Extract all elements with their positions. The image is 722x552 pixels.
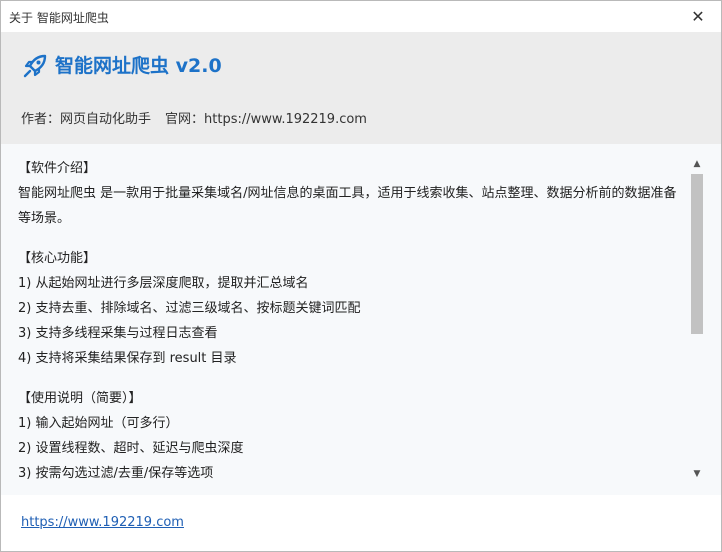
website-label: 官网：https://www.192219.com xyxy=(165,112,367,127)
vertical-scrollbar[interactable]: ▲ ▼ xyxy=(689,156,705,482)
section-heading-usage: 【使用说明（简要）】 xyxy=(18,391,142,406)
rocket-icon xyxy=(23,54,47,78)
feature-item: 1) 从起始网址进行多层深度爬取，提取并汇总域名 xyxy=(18,276,309,291)
window-title: 关于 智能网址爬虫 xyxy=(9,11,109,25)
description-text[interactable]: 【软件介绍】 智能网址爬虫 是一款用于批量采集域名/网址信息的桌面工具，适用于线… xyxy=(18,156,684,482)
title-bar: 关于 智能网址爬虫 ✕ xyxy=(1,1,721,32)
section-heading-intro: 【软件介绍】 xyxy=(18,161,97,176)
about-dialog: 关于 智能网址爬虫 ✕ 智能网址爬虫 v2.0 作者：网页自动化助手 官网：htt… xyxy=(0,0,722,552)
app-meta: 作者：网页自动化助手 官网：https://www.192219.com xyxy=(21,108,367,127)
dialog-footer: https://www.192219.com xyxy=(1,495,721,551)
section-heading-features: 【核心功能】 xyxy=(18,251,97,266)
arrow-down-icon: ▼ xyxy=(693,469,701,479)
usage-item: 3) 按需勾选过滤/去重/保存等选项 xyxy=(18,466,214,481)
scroll-down-button[interactable]: ▼ xyxy=(689,466,705,482)
description-panel[interactable]: 【软件介绍】 智能网址爬虫 是一款用于批量采集域名/网址信息的桌面工具，适用于线… xyxy=(1,144,721,495)
close-button[interactable]: ✕ xyxy=(675,1,721,32)
usage-item: 1) 输入起始网址（可多行） xyxy=(18,416,179,431)
website-link[interactable]: https://www.192219.com xyxy=(21,515,184,530)
close-icon: ✕ xyxy=(691,7,705,26)
author-label: 作者：网页自动化助手 xyxy=(21,112,152,127)
feature-item: 4) 支持将采集结果保存到 result 目录 xyxy=(18,351,237,366)
feature-item: 2) 支持去重、排除域名、过滤三级域名、按标题关键词匹配 xyxy=(18,301,361,316)
app-title: 智能网址爬虫 v2.0 xyxy=(55,55,222,77)
dialog-header: 智能网址爬虫 v2.0 作者：网页自动化助手 官网：https://www.192… xyxy=(1,32,721,144)
scroll-thumb[interactable] xyxy=(691,174,703,334)
usage-item: 2) 设置线程数、超时、延迟与爬虫深度 xyxy=(18,441,244,456)
arrow-up-icon: ▲ xyxy=(693,159,701,169)
feature-item: 3) 支持多线程采集与过程日志查看 xyxy=(18,326,218,341)
scroll-up-button[interactable]: ▲ xyxy=(689,156,705,172)
scroll-track[interactable] xyxy=(690,174,704,464)
intro-paragraph: 智能网址爬虫 是一款用于批量采集域名/网址信息的桌面工具，适用于线索收集、站点整… xyxy=(18,186,677,226)
